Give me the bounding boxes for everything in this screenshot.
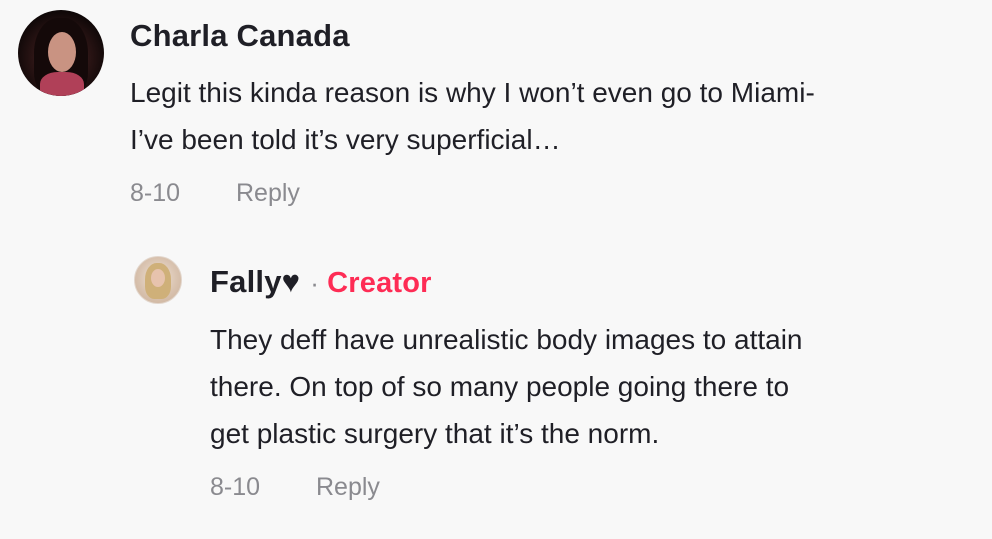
reply-button[interactable]: Reply — [316, 473, 380, 502]
reply-date: 8-10 — [210, 473, 261, 501]
avatar[interactable] — [18, 10, 104, 96]
comment-body: Charla Canada Legit this kinda reason is… — [130, 10, 970, 208]
avatar-face-shape — [48, 32, 76, 72]
reply-body: Fally♥ · Creator They deff have unrealis… — [210, 256, 970, 502]
reply-text: They deff have unrealistic body images t… — [210, 324, 803, 449]
comment: Charla Canada Legit this kinda reason is… — [18, 10, 970, 208]
avatar-face-shape — [151, 269, 165, 287]
comment-text: Legit this kinda reason is why I won’t e… — [130, 77, 815, 155]
comment-author[interactable]: Charla Canada — [130, 20, 970, 51]
comment-date: 8-10 — [130, 179, 181, 207]
avatar-shirt-shape — [40, 72, 84, 96]
avatar[interactable] — [134, 256, 182, 304]
reply-meta: 8-10 Reply — [210, 473, 970, 502]
comment-meta: 8-10 Reply — [130, 179, 970, 208]
creator-badge: Creator — [327, 267, 432, 299]
reply-author-line: Fally♥ · Creator — [210, 266, 970, 298]
comment-thread: Charla Canada Legit this kinda reason is… — [0, 0, 992, 539]
reply-button[interactable]: Reply — [236, 179, 300, 208]
reply-comment: Fally♥ · Creator They deff have unrealis… — [134, 256, 970, 502]
separator-dot: · — [310, 268, 320, 298]
reply-author[interactable]: Fally♥ — [210, 266, 300, 297]
